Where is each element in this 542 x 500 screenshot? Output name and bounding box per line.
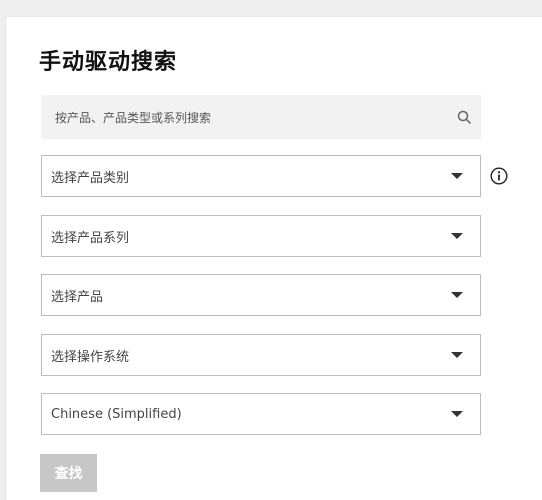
operating-system-select[interactable]: 选择操作系统 xyxy=(41,334,481,376)
find-button[interactable]: 查找 xyxy=(40,454,97,492)
search-icon[interactable] xyxy=(447,110,481,125)
language-select[interactable]: Chinese (Simplified) xyxy=(41,393,481,435)
product-series-label: 选择产品系列 xyxy=(51,230,130,246)
info-icon[interactable] xyxy=(490,167,508,185)
product-category-select[interactable]: 选择产品类别 xyxy=(41,155,481,197)
search-input[interactable]: 按产品、产品类型或系列搜索 xyxy=(41,95,481,139)
chevron-down-icon xyxy=(451,292,463,298)
driver-search-panel: 手动驱动搜索 按产品、产品类型或系列搜索 选择产品类别 选择产品系列 选择产品 … xyxy=(5,16,542,500)
chevron-down-icon xyxy=(451,233,463,239)
search-placeholder: 按产品、产品类型或系列搜索 xyxy=(55,110,212,125)
language-label: Chinese (Simplified) xyxy=(51,406,182,422)
product-label: 选择产品 xyxy=(51,289,104,305)
page-title: 手动驱动搜索 xyxy=(39,50,178,75)
chevron-down-icon xyxy=(451,411,463,417)
chevron-down-icon xyxy=(451,352,463,358)
chevron-down-icon xyxy=(451,173,463,179)
product-category-label: 选择产品类别 xyxy=(51,170,130,186)
product-select[interactable]: 选择产品 xyxy=(41,274,481,316)
product-series-select[interactable]: 选择产品系列 xyxy=(41,215,481,257)
operating-system-label: 选择操作系统 xyxy=(51,349,130,365)
